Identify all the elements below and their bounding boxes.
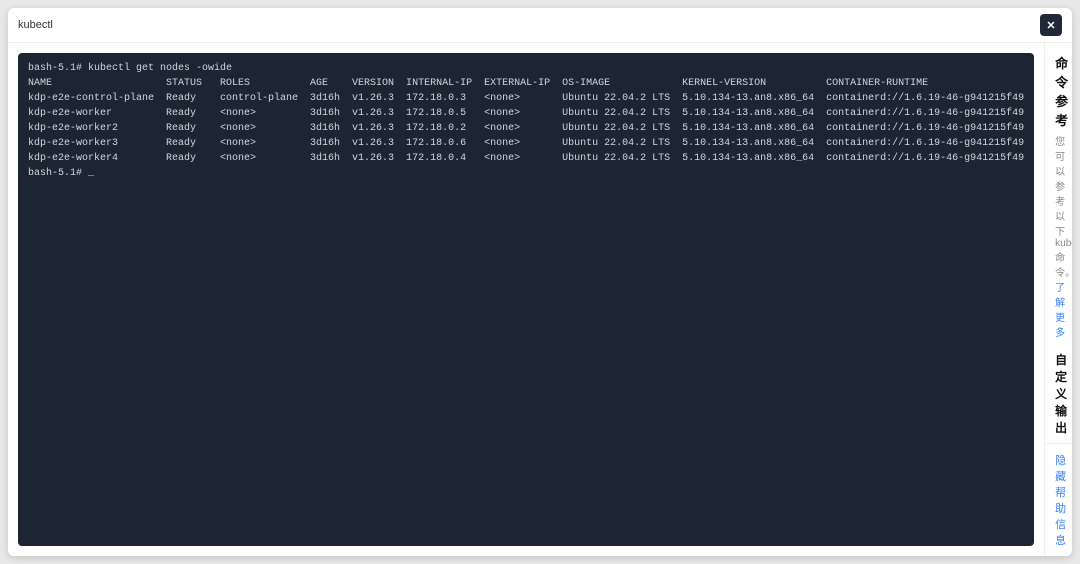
terminal-cursor: _: [88, 166, 94, 181]
sidebar-scroll[interactable]: 命令参考 您可以参考以下 kubectl 命令。了解更多 自定义输出查看容器组的…: [1045, 43, 1072, 443]
sidebar-desc: 您可以参考以下 kubectl 命令。了解更多: [1055, 133, 1062, 339]
learn-more-link[interactable]: 了解更多: [1055, 283, 1065, 339]
terminal-container: bash-5.1# kubectl get nodes -owide NAME …: [8, 43, 1044, 556]
sidebar-footer: 隐藏帮助信息: [1045, 443, 1072, 556]
dialog-body: bash-5.1# kubectl get nodes -owide NAME …: [8, 43, 1072, 556]
sidebar-desc-text: 您可以参考以下 kubectl 命令。: [1055, 137, 1072, 279]
close-icon: [1045, 19, 1057, 31]
dialog-header: kubectl: [8, 8, 1072, 43]
help-sidebar: 命令参考 您可以参考以下 kubectl 命令。了解更多 自定义输出查看容器组的…: [1044, 43, 1072, 556]
dialog-title: kubectl: [18, 19, 53, 31]
hide-help-link[interactable]: 隐藏帮助信息: [1055, 455, 1066, 547]
terminal[interactable]: bash-5.1# kubectl get nodes -owide NAME …: [18, 53, 1034, 546]
help-section-title: 自定义输出: [1055, 351, 1062, 436]
kubectl-dialog: kubectl bash-5.1# kubectl get nodes -owi…: [8, 8, 1072, 556]
close-button[interactable]: [1040, 14, 1062, 36]
sidebar-title: 命令参考: [1055, 53, 1062, 129]
